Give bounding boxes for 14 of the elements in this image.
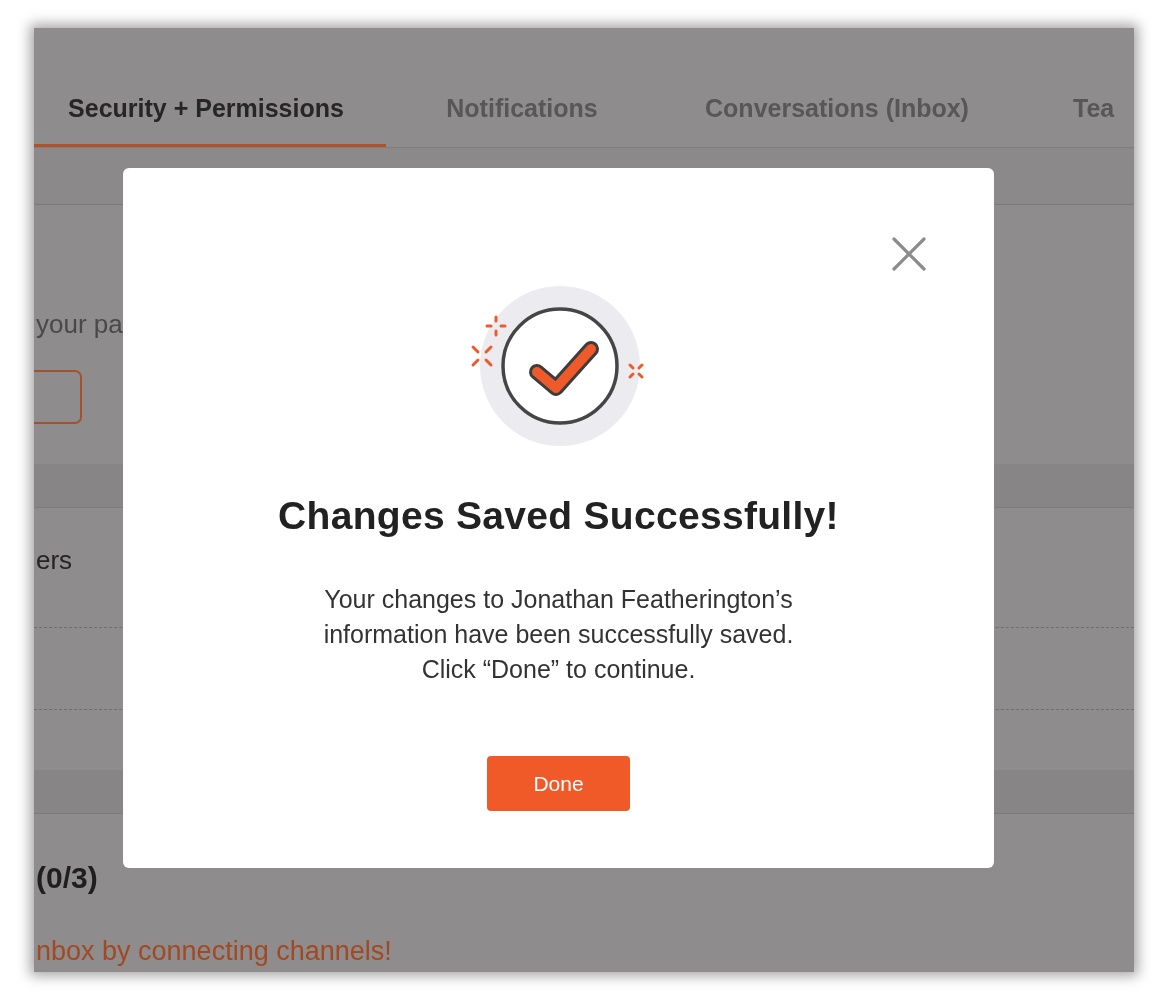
dialog-title: Changes Saved Successfully! [278, 494, 839, 538]
channel-count-heading: (0/3) [35, 860, 98, 896]
connect-channels-link[interactable]: nbox by connecting channels! [34, 936, 392, 966]
close-button[interactable] [892, 237, 926, 271]
check-circle-icon [479, 286, 640, 446]
outline-button[interactable] [34, 370, 82, 424]
sparkle-icon [628, 363, 643, 379]
sparkle-icon [485, 315, 506, 337]
description-text: your pa [35, 309, 123, 339]
done-button[interactable]: Done [487, 756, 630, 811]
section-title: ers [35, 544, 73, 576]
sparkle-icon [471, 345, 492, 367]
dialog-message: Your changes to Jonathan Featherington’s information have been successfully saved. Click “Done” to continue. [323, 584, 794, 685]
close-icon [892, 237, 926, 271]
